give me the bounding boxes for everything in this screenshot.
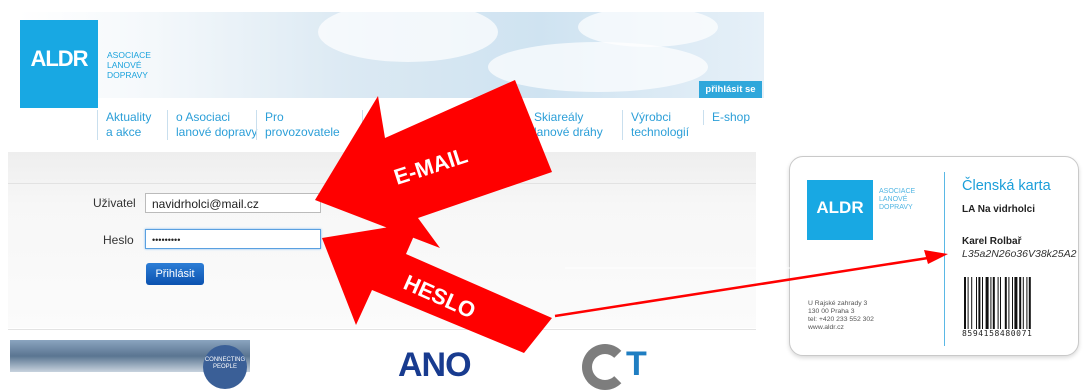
barcode-bar xyxy=(1000,277,1001,329)
barcode-bar xyxy=(992,277,995,329)
card-address: U Rajské zahrady 3 130 00 Praha 3 tel: +… xyxy=(808,300,874,331)
barcode-bar xyxy=(1028,277,1031,329)
barcode-bar xyxy=(971,277,973,329)
barcode-bar xyxy=(976,277,977,329)
nav-item-eshop[interactable]: E-shop xyxy=(703,110,750,125)
connecting-badge: CONNECTING PEOPLE xyxy=(203,345,247,389)
card-club-name: LA Na vidrholci xyxy=(962,204,1035,215)
barcode-icon xyxy=(964,277,1031,329)
barcode-bar xyxy=(967,277,969,329)
barcode-bar xyxy=(990,277,992,329)
nav-item-news[interactable]: Aktuality a akce xyxy=(97,110,151,140)
login-link[interactable]: přihlásit se xyxy=(699,81,762,98)
password-input[interactable]: ••••••••• xyxy=(145,229,321,249)
login-button[interactable]: Přihlásit xyxy=(146,263,204,285)
card-holder-name: Karel Rolbař xyxy=(962,236,1022,247)
cot-logo-circle[interactable] xyxy=(582,344,628,390)
barcode-bar xyxy=(1008,277,1010,329)
barcode-bar xyxy=(978,277,981,329)
user-label: Uživatel xyxy=(93,196,136,210)
barcode-bar xyxy=(964,277,966,329)
barcode-bar xyxy=(982,277,983,329)
logo-text: ALDR xyxy=(30,46,88,71)
logo-subtitle: ASOCIACE LANOVÉ DOPRAVY xyxy=(107,50,151,80)
divider xyxy=(8,183,756,184)
barcode-bar xyxy=(1019,277,1022,329)
card-password-code: L35a2N26o36V38k25A2 xyxy=(962,248,1077,260)
nav-item-manufacturers[interactable]: Výrobci technologií xyxy=(622,110,689,140)
card-divider xyxy=(944,172,945,346)
divider xyxy=(8,329,756,330)
nav-item-ski-resorts[interactable]: Skiareály lanové dráhy xyxy=(525,110,603,140)
card-logo: ALDR xyxy=(807,180,873,240)
password-label: Heslo xyxy=(103,233,134,247)
barcode-bar xyxy=(985,277,989,329)
barcode-bar xyxy=(1022,277,1024,329)
barcode-bar xyxy=(1014,277,1018,329)
nav-item-operators[interactable]: Pro provozovatele xyxy=(256,110,340,140)
barcode-bar xyxy=(1004,277,1007,329)
barcode-bar xyxy=(997,277,999,329)
card-logo-subtitle: ASOCIACE LANOVÉ DOPRAVY xyxy=(879,188,916,211)
barcode-number: 8594158480071 xyxy=(962,329,1033,338)
cot-logo-letter: T xyxy=(626,345,647,383)
user-input[interactable]: navidrholci@mail.cz xyxy=(145,193,321,213)
barcode-bar xyxy=(1012,277,1013,329)
barcode-bar xyxy=(1026,277,1028,329)
card-title: Členská karta xyxy=(962,178,1051,194)
nav-item-about[interactable]: o Asociaci lanové dopravy xyxy=(167,110,257,140)
ano-logo[interactable]: ANO xyxy=(398,346,472,385)
nav-item-hidden[interactable] xyxy=(362,110,374,140)
